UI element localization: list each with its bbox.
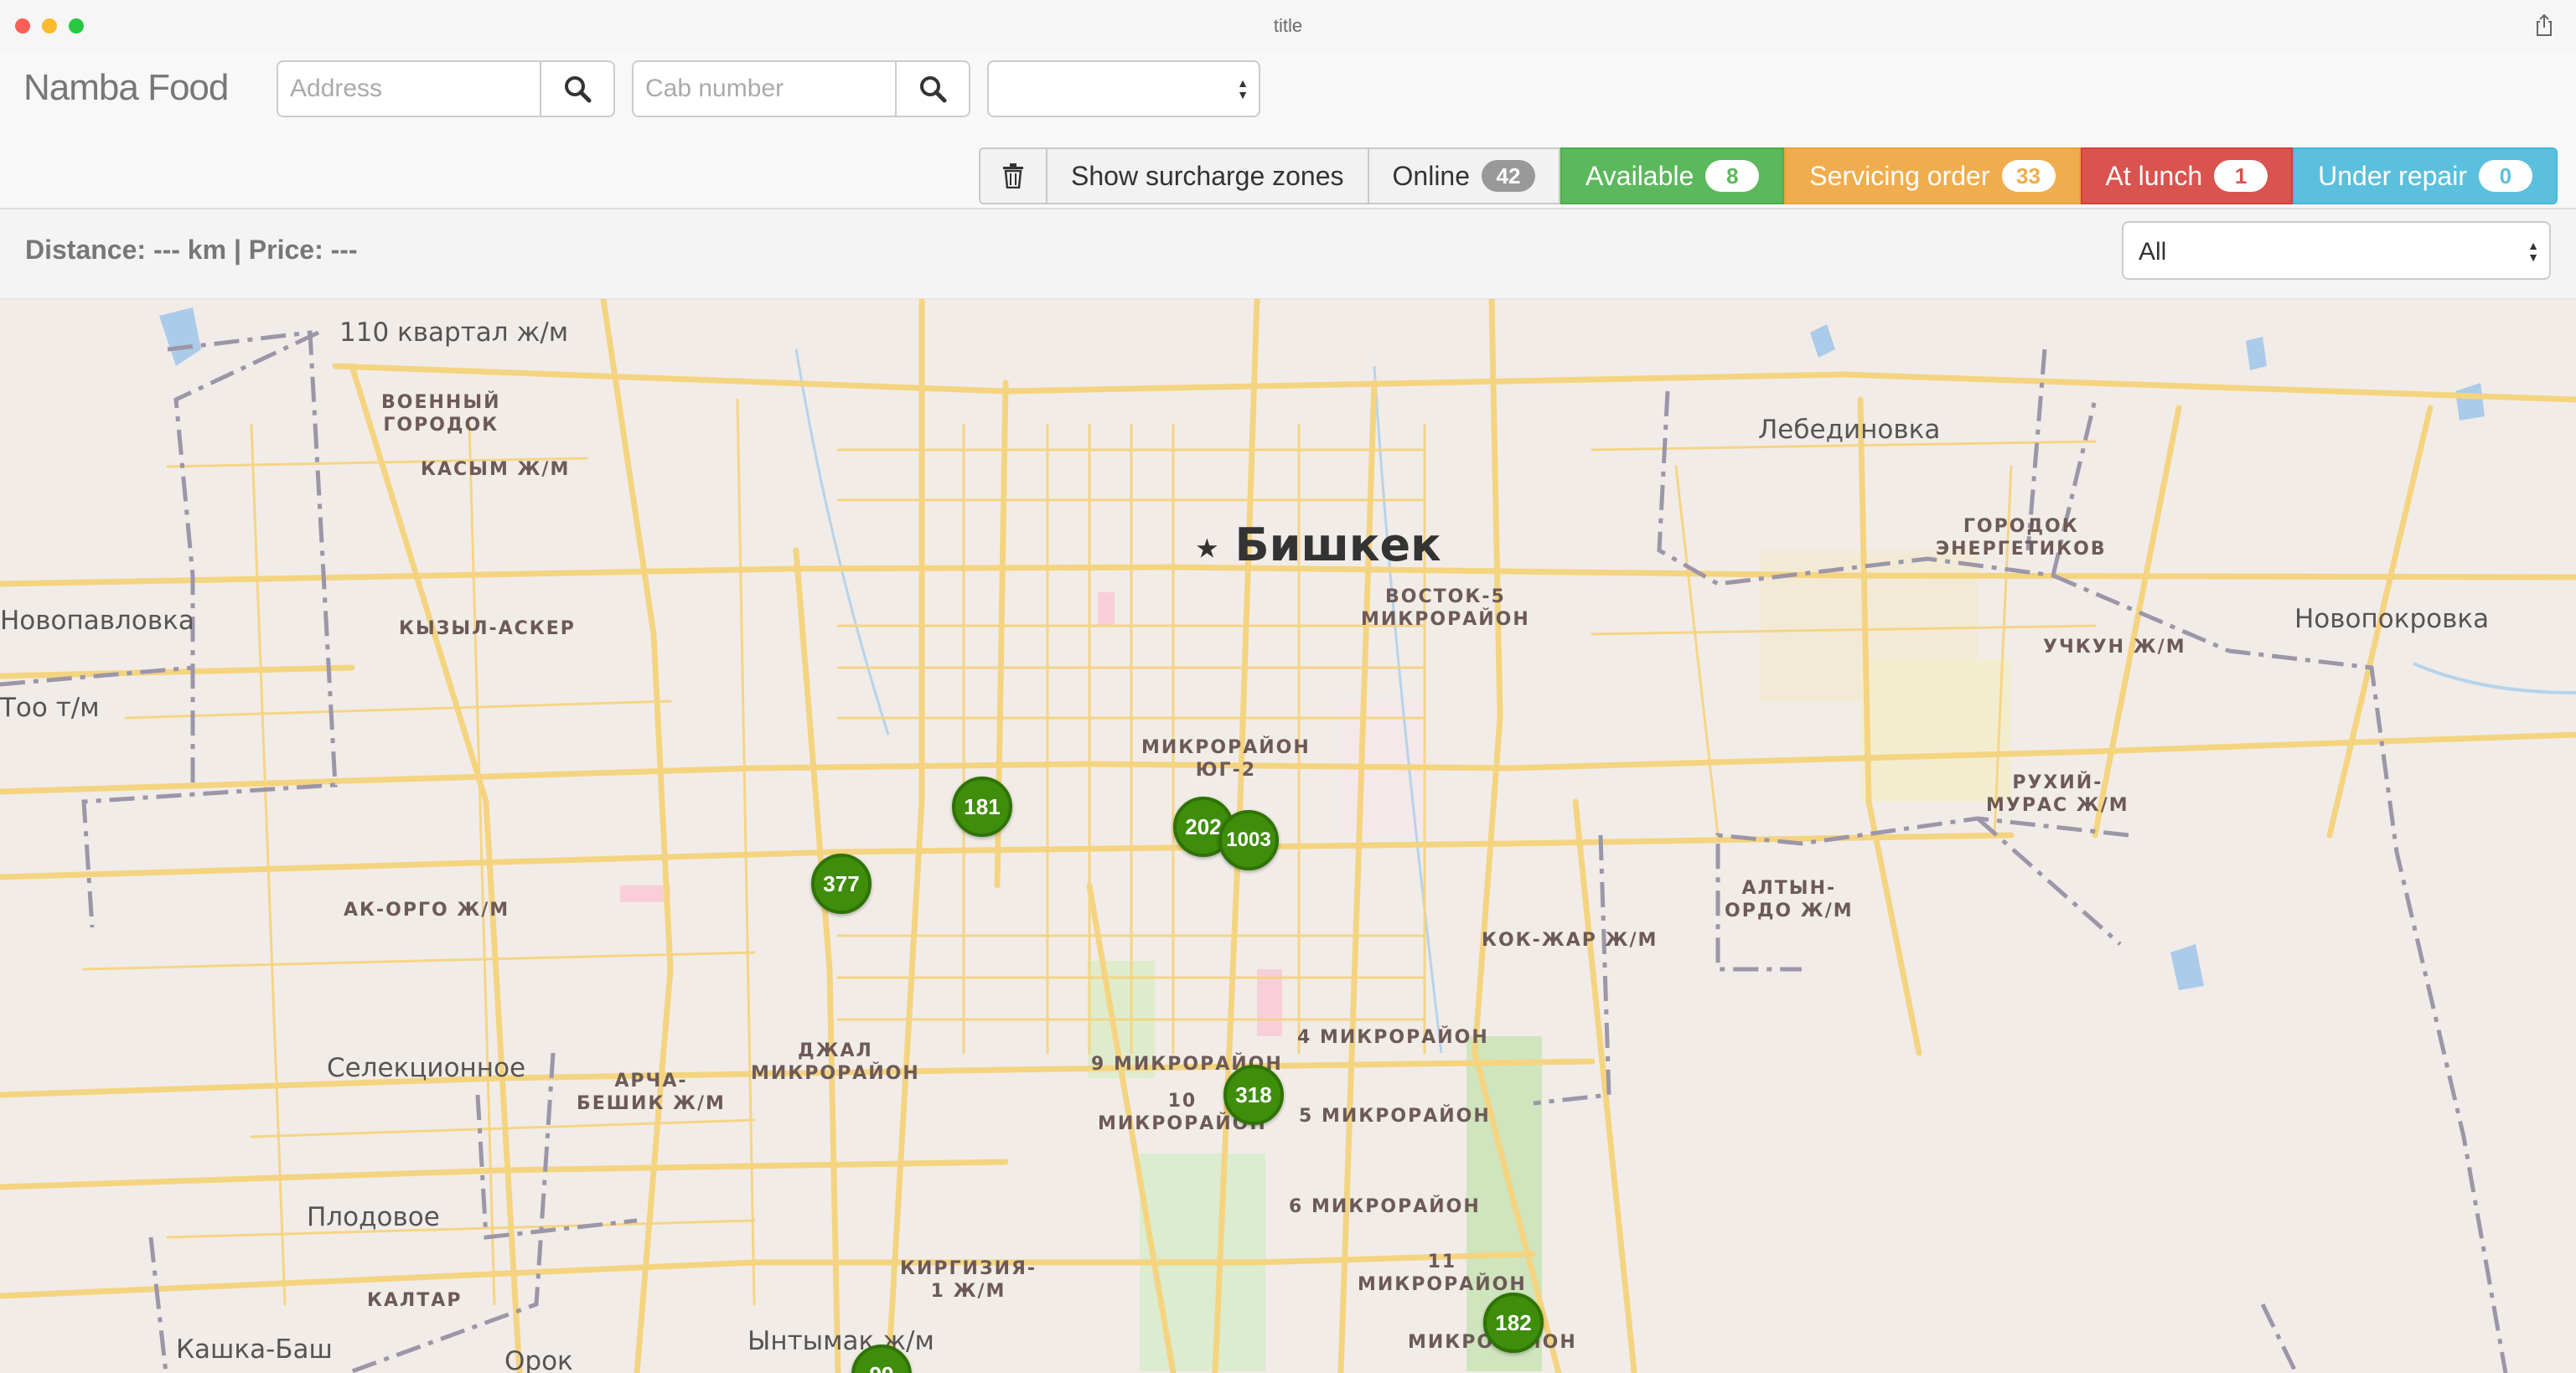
- status-at-lunch-button[interactable]: At lunch 1: [2080, 147, 2294, 204]
- map-label: КАЛТАР: [367, 1290, 463, 1311]
- status-button-group: Show surcharge zones Online 42 Available…: [979, 147, 2558, 204]
- status-label: Online: [1392, 160, 1471, 191]
- map-label: КЫЗЫЛ-АСКЕР: [399, 618, 576, 639]
- search-icon: [565, 76, 592, 103]
- city-label: ★ Бишкек: [1195, 519, 1441, 571]
- status-count-badge: 1: [2214, 160, 2268, 192]
- status-servicing-order-button[interactable]: Servicing order 33: [1784, 147, 2081, 204]
- address-search-group: [277, 60, 615, 117]
- route-info-bar: Distance: --- km | Price: --- All ▲ ▼: [0, 209, 2576, 299]
- clear-button[interactable]: [979, 147, 1047, 204]
- status-count-badge: 33: [2001, 160, 2056, 192]
- cab-number-input[interactable]: [632, 60, 897, 117]
- map-label: 5 МИКРОРАЙОН: [1299, 1106, 1491, 1127]
- map-label: КОК-ЖАР Ж/М: [1482, 930, 1658, 951]
- cab-marker[interactable]: 318: [1223, 1065, 1284, 1125]
- address-input[interactable]: [277, 60, 541, 117]
- map-canvas[interactable]: 110 квартал ж/м ВОЕННЫЙ ГОРОДОК КАСЫМ Ж/…: [0, 299, 2576, 1373]
- window-titlebar: title: [0, 0, 2576, 53]
- address-search-button[interactable]: [541, 60, 615, 117]
- map-label: КАСЫМ Ж/М: [421, 459, 571, 480]
- capital-star-icon: ★: [1195, 532, 1219, 565]
- cab-search-button[interactable]: [897, 60, 970, 117]
- map-label: 6 МИКРОРАЙОН: [1289, 1196, 1481, 1217]
- cab-search-group: [632, 60, 970, 117]
- map-label: ДЖАЛ МИКРОРАЙОН: [751, 1040, 920, 1084]
- map-label: КИРГИЗИЯ- 1 Ж/М: [900, 1258, 1037, 1302]
- map-label: Лебединовка: [1758, 415, 1941, 445]
- status-label: At lunch: [2105, 160, 2203, 191]
- share-icon[interactable]: [2534, 13, 2554, 37]
- map-label: Тоо т/м: [0, 693, 100, 723]
- cab-marker[interactable]: 1003: [1218, 810, 1279, 870]
- status-label: Under repair: [2318, 160, 2467, 191]
- status-count-badge: 8: [1705, 160, 1760, 192]
- map-label: АК-ОРГО Ж/М: [344, 900, 510, 921]
- status-under-repair-button[interactable]: Under repair 0: [2293, 147, 2558, 204]
- search-icon: [920, 76, 947, 103]
- map-label: Плодовое: [307, 1202, 440, 1232]
- distance-price-text: Distance: --- km | Price: ---: [25, 235, 358, 265]
- cab-marker[interactable]: 182: [1483, 1293, 1544, 1353]
- window-title: title: [1273, 15, 1303, 36]
- top-navbar: Namba Food ▲▼: [0, 52, 2576, 250]
- map-label: РУХИЙ- МУРАС Ж/М: [1986, 772, 2129, 816]
- map-label: Новопавловка: [0, 606, 194, 636]
- trash-icon: [1003, 163, 1023, 188]
- status-select[interactable]: ▲ ▼: [987, 60, 1260, 117]
- cab-marker[interactable]: 377: [811, 854, 872, 914]
- select-arrows-icon: ▲ ▼: [2527, 239, 2539, 264]
- map-label: АРЧА- БЕШИК Ж/М: [577, 1071, 726, 1114]
- map-label: 11 МИКРОРАЙОН: [1358, 1252, 1527, 1295]
- status-available-button[interactable]: Available 8: [1560, 147, 1785, 204]
- map-label: Кашка-Баш: [176, 1334, 333, 1365]
- status-online-button[interactable]: Online 42: [1367, 147, 1561, 204]
- surcharge-label: Show surcharge zones: [1071, 160, 1344, 191]
- brand-logo[interactable]: Namba Food: [23, 67, 229, 109]
- map-label: ВОЕННЫЙ ГОРОДОК: [381, 392, 501, 436]
- map-label: МИКРОРАЙОН ЮГ-2: [1141, 737, 1311, 781]
- map-label: Селекционное: [327, 1053, 526, 1083]
- map-label: АЛТЫН- ОРДО Ж/М: [1725, 878, 1854, 921]
- status-count-badge: 0: [2478, 160, 2532, 192]
- status-label: Available: [1585, 160, 1694, 191]
- map-label: ВОСТОК-5 МИКРОРАЙОН: [1361, 586, 1530, 630]
- filter-select[interactable]: All ▲ ▼: [2122, 221, 2551, 280]
- status-label: Servicing order: [1809, 160, 1990, 191]
- map-label: ГОРОДОК ЭНЕРГЕТИКОВ: [1936, 516, 2107, 560]
- status-count-badge: 42: [1482, 160, 1536, 192]
- show-surcharge-zones-button[interactable]: Show surcharge zones: [1046, 147, 1369, 204]
- city-name: Бишкек: [1234, 519, 1441, 571]
- cab-marker[interactable]: 181: [952, 777, 1012, 837]
- select-arrows-icon: ▲ ▼: [1237, 76, 1249, 101]
- map-label: Ынтымак ж/м: [747, 1326, 934, 1356]
- filter-select-value: All: [2139, 238, 2167, 266]
- map-label: 4 МИКРОРАЙОН: [1297, 1027, 1489, 1048]
- map-label: УЧКУН Ж/М: [2043, 637, 2186, 658]
- map-label: Новопокровка: [2294, 604, 2490, 634]
- map-label: 110 квартал ж/м: [339, 317, 569, 348]
- map-label: Орок: [504, 1346, 573, 1373]
